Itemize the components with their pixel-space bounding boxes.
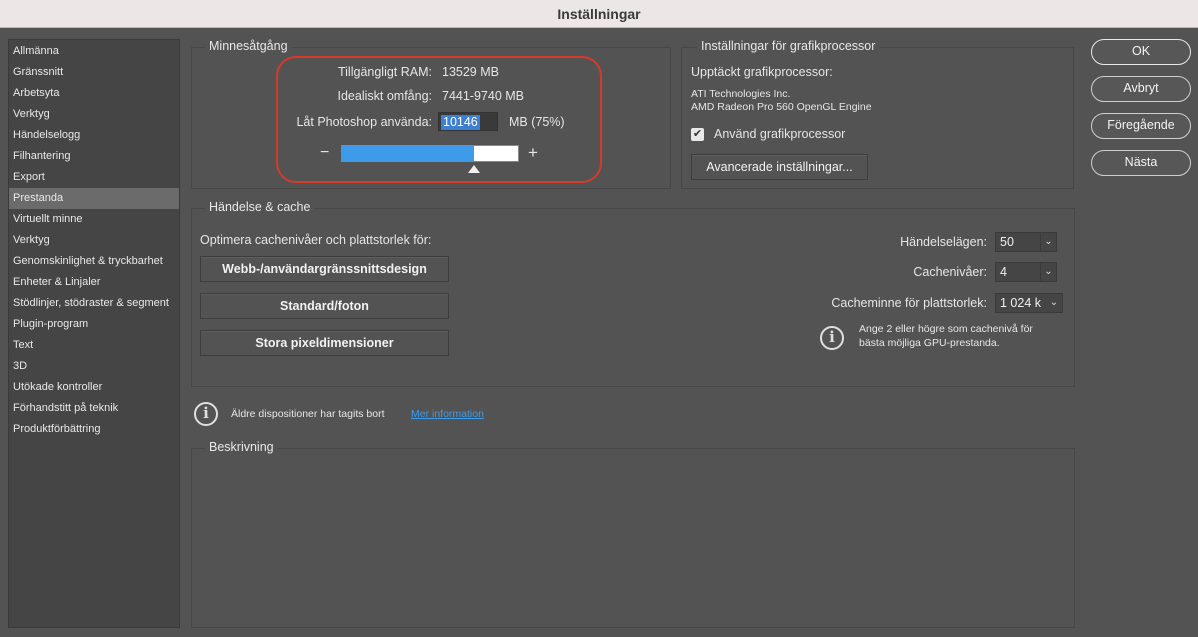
sidebar-item[interactable]: Plugin-program — [9, 314, 179, 335]
cache-levels-dropdown[interactable]: 4 ⌄ — [995, 262, 1057, 282]
sidebar-item[interactable]: Produktförbättring — [9, 419, 179, 440]
sidebar-item[interactable]: Prestanda — [9, 188, 179, 209]
available-ram-value: 13529 MB — [442, 65, 499, 79]
sidebar-item[interactable]: Stödlinjer, stödraster & segment — [9, 293, 179, 314]
memory-slider-track[interactable] — [341, 145, 519, 162]
sidebar-item[interactable]: Genomskinlighet & tryckbarhet — [9, 251, 179, 272]
previous-button[interactable]: Föregående — [1091, 113, 1191, 139]
info-icon: i — [194, 402, 218, 426]
history-states-dropdown[interactable]: 50 ⌄ — [995, 232, 1057, 252]
cache-levels-label: Cachenivåer: — [913, 265, 987, 279]
history-states-label: Händelselägen: — [900, 235, 987, 249]
cancel-button[interactable]: Avbryt — [1091, 76, 1191, 102]
sidebar-item[interactable]: Utökade kontroller — [9, 377, 179, 398]
sidebar-item[interactable]: Arbetsyta — [9, 83, 179, 104]
chevron-down-icon: ⌄ — [1049, 297, 1059, 308]
description-title: Beskrivning — [205, 440, 278, 454]
sidebar-item[interactable]: Filhantering — [9, 146, 179, 167]
sidebar-item[interactable]: Verktyg — [9, 230, 179, 251]
memory-usage-title: Minnesåtgång — [205, 39, 292, 53]
sidebar-item[interactable]: Händelselogg — [9, 125, 179, 146]
optimize-cache-label: Optimera cachenivåer och plattstorlek fö… — [200, 233, 432, 247]
memory-use-unit: MB (75%) — [509, 115, 565, 129]
cache-tile-size-dropdown[interactable]: 1 024 k ⌄ — [995, 293, 1063, 313]
web-ui-design-button[interactable]: Webb-/användargränssnittsdesign — [200, 256, 449, 282]
memory-use-value: 10146 — [441, 115, 480, 130]
history-cache-title: Händelse & cache — [205, 200, 315, 214]
gpu-vendor: ATI Technologies Inc. — [691, 88, 791, 100]
use-gpu-checkbox[interactable]: ✔ — [691, 128, 704, 141]
memory-use-input[interactable]: 10146 — [438, 112, 498, 131]
window-title: Inställningar — [0, 0, 1198, 28]
more-info-link[interactable]: Mer information — [411, 408, 484, 420]
gpu-renderer: AMD Radeon Pro 560 OpenGL Engine — [691, 101, 872, 113]
preferences-sidebar: Allmänna Gränssnitt Arbetsyta Verktyg Händel… — [8, 39, 180, 628]
sidebar-item[interactable]: Virtuellt minne — [9, 209, 179, 230]
use-gpu-label: Använd grafikprocessor — [714, 127, 846, 141]
memory-slider-thumb[interactable] — [468, 165, 480, 173]
cache-tile-size-value: 1 024 k — [1000, 296, 1042, 310]
decrease-memory-button[interactable]: − — [320, 144, 329, 162]
gpu-settings-title: Inställningar för grafikprocessor — [697, 39, 880, 53]
info-icon: i — [820, 326, 844, 350]
sidebar-item[interactable]: Allmänna — [9, 41, 179, 62]
memory-slider-fill — [342, 146, 474, 161]
photoshop-use-label: Låt Photoshop använda: — [296, 115, 432, 129]
cache-tile-size-label: Cacheminne för plattstorlek: — [831, 296, 987, 310]
sidebar-item[interactable]: Förhandstitt på teknik — [9, 398, 179, 419]
detected-gpu-label: Upptäckt grafikprocessor: — [691, 65, 833, 79]
sidebar-item[interactable]: Enheter & Linjaler — [9, 272, 179, 293]
available-ram-label: Tillgängligt RAM: — [337, 65, 432, 79]
ideal-range-value: 7441-9740 MB — [442, 89, 525, 103]
default-photos-button[interactable]: Standard/foton — [200, 293, 449, 319]
advanced-settings-button[interactable]: Avancerade inställningar... — [691, 154, 868, 180]
ok-button[interactable]: OK — [1091, 39, 1191, 65]
legacy-notice-text: Äldre dispositioner har tagits bort — [231, 408, 385, 420]
sidebar-item[interactable]: Text — [9, 335, 179, 356]
huge-pixel-dimensions-button[interactable]: Stora pixeldimensioner — [200, 330, 449, 356]
chevron-down-icon: ⌄ — [1040, 263, 1056, 281]
cache-levels-value: 4 — [1000, 265, 1007, 279]
sidebar-item[interactable]: Export — [9, 167, 179, 188]
sidebar-item[interactable]: Gränssnitt — [9, 62, 179, 83]
ideal-range-label: Idealiskt omfång: — [337, 89, 433, 103]
history-states-value: 50 — [1000, 235, 1014, 249]
sidebar-item[interactable]: 3D — [9, 356, 179, 377]
sidebar-item[interactable]: Verktyg — [9, 104, 179, 125]
increase-memory-button[interactable]: + — [528, 143, 538, 163]
next-button[interactable]: Nästa — [1091, 150, 1191, 176]
cache-info-line2: bästa möjliga GPU-prestanda. — [859, 337, 1000, 349]
chevron-down-icon: ⌄ — [1040, 233, 1056, 251]
description-group — [191, 448, 1075, 628]
cache-info-line1: Ange 2 eller högre som cachenivå för — [859, 323, 1033, 335]
